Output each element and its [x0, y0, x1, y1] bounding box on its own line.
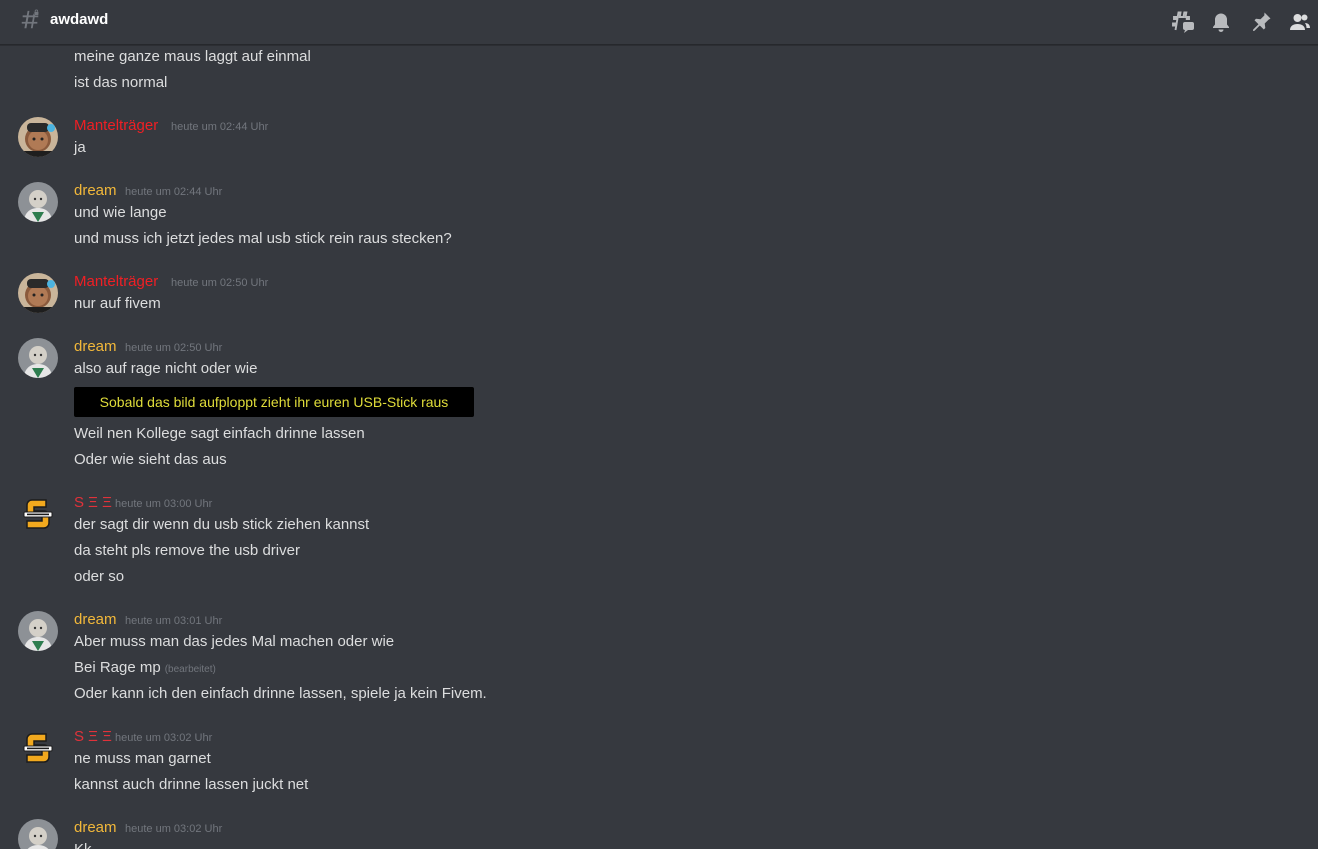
message-text: da steht pls remove the usb driver	[74, 542, 300, 559]
timestamp: heute um 03:01 Uhr	[125, 615, 223, 627]
pin-icon[interactable]	[1249, 10, 1273, 34]
timestamp: heute um 02:50 Uhr	[125, 342, 223, 354]
message-text: Bei Rage mp (bearbeitet)	[74, 658, 216, 680]
avatar[interactable]	[18, 117, 58, 157]
avatar[interactable]	[18, 819, 58, 849]
username[interactable]: S Ξ Ξ	[74, 727, 112, 747]
message-text: und wie lange	[74, 204, 167, 221]
message-text: Oder wie sieht das aus	[74, 451, 227, 468]
bell-icon[interactable]	[1209, 10, 1233, 34]
message-text: Oder kann ich den einfach drinne lassen,…	[74, 685, 487, 702]
avatar-image	[18, 182, 58, 222]
username[interactable]: dream	[74, 337, 117, 357]
avatar[interactable]	[18, 182, 58, 222]
username[interactable]: dream	[74, 818, 117, 838]
avatar-image	[18, 728, 58, 768]
message-text: und muss ich jetzt jedes mal usb stick r…	[74, 230, 452, 247]
avatar[interactable]	[18, 728, 58, 768]
message-text: ne muss man garnet	[74, 750, 211, 767]
avatar[interactable]	[18, 494, 58, 534]
message-text: ist das normal	[74, 74, 168, 91]
avatar[interactable]	[18, 273, 58, 313]
message-text: Kk	[74, 840, 92, 849]
timestamp: heute um 03:02 Uhr	[125, 823, 223, 835]
threads-icon[interactable]	[1171, 10, 1195, 34]
avatar-image	[18, 338, 58, 378]
image-attachment[interactable]: Sobald das bild aufploppt zieht ihr eure…	[74, 387, 474, 417]
timestamp: heute um 02:50 Uhr	[171, 277, 269, 289]
channel-header: awdawd	[0, 0, 1318, 45]
message-text: der sagt dir wenn du usb stick ziehen ka…	[74, 516, 370, 533]
message-text: oder so	[74, 568, 125, 585]
timestamp: heute um 03:00 Uhr	[115, 498, 213, 510]
members-icon[interactable]	[1288, 10, 1312, 34]
message-text: nur auf fivem	[74, 295, 161, 312]
message-text: Aber muss man das jedes Mal machen oder …	[74, 633, 395, 650]
message-text-content: Bei Rage mp	[74, 659, 161, 676]
message-text: Weil nen Kollege sagt einfach drinne las…	[74, 425, 365, 442]
message-text: meine ganze maus laggt auf einmal	[74, 48, 311, 65]
timestamp: heute um 02:44 Uhr	[171, 121, 269, 133]
message-text: ja	[74, 139, 86, 156]
avatar-image	[18, 494, 58, 534]
message-list: meine ganze maus laggt auf einmal ist da…	[0, 45, 1318, 849]
message-text: also auf rage nicht oder wie	[74, 360, 258, 377]
attachment-caption: Sobald das bild aufploppt zieht ihr eure…	[99, 394, 449, 410]
timestamp: heute um 02:44 Uhr	[125, 186, 223, 198]
username[interactable]: dream	[74, 181, 117, 201]
timestamp: heute um 03:02 Uhr	[115, 732, 213, 744]
text-channel-icon	[21, 9, 40, 29]
avatar[interactable]	[18, 338, 58, 378]
username[interactable]: Mantelträger	[74, 272, 158, 292]
channel-name: awdawd	[50, 11, 109, 28]
edited-label: (bearbeitet)	[164, 664, 216, 675]
username[interactable]: Mantelträger	[74, 116, 158, 136]
message-text: kannst auch drinne lassen juckt net	[74, 776, 309, 793]
username[interactable]: S Ξ Ξ	[74, 493, 112, 513]
avatar[interactable]	[18, 611, 58, 651]
avatar-image	[18, 273, 58, 313]
avatar-image	[18, 117, 58, 157]
username[interactable]: dream	[74, 610, 117, 630]
avatar-image	[18, 819, 58, 849]
avatar-image	[18, 611, 58, 651]
